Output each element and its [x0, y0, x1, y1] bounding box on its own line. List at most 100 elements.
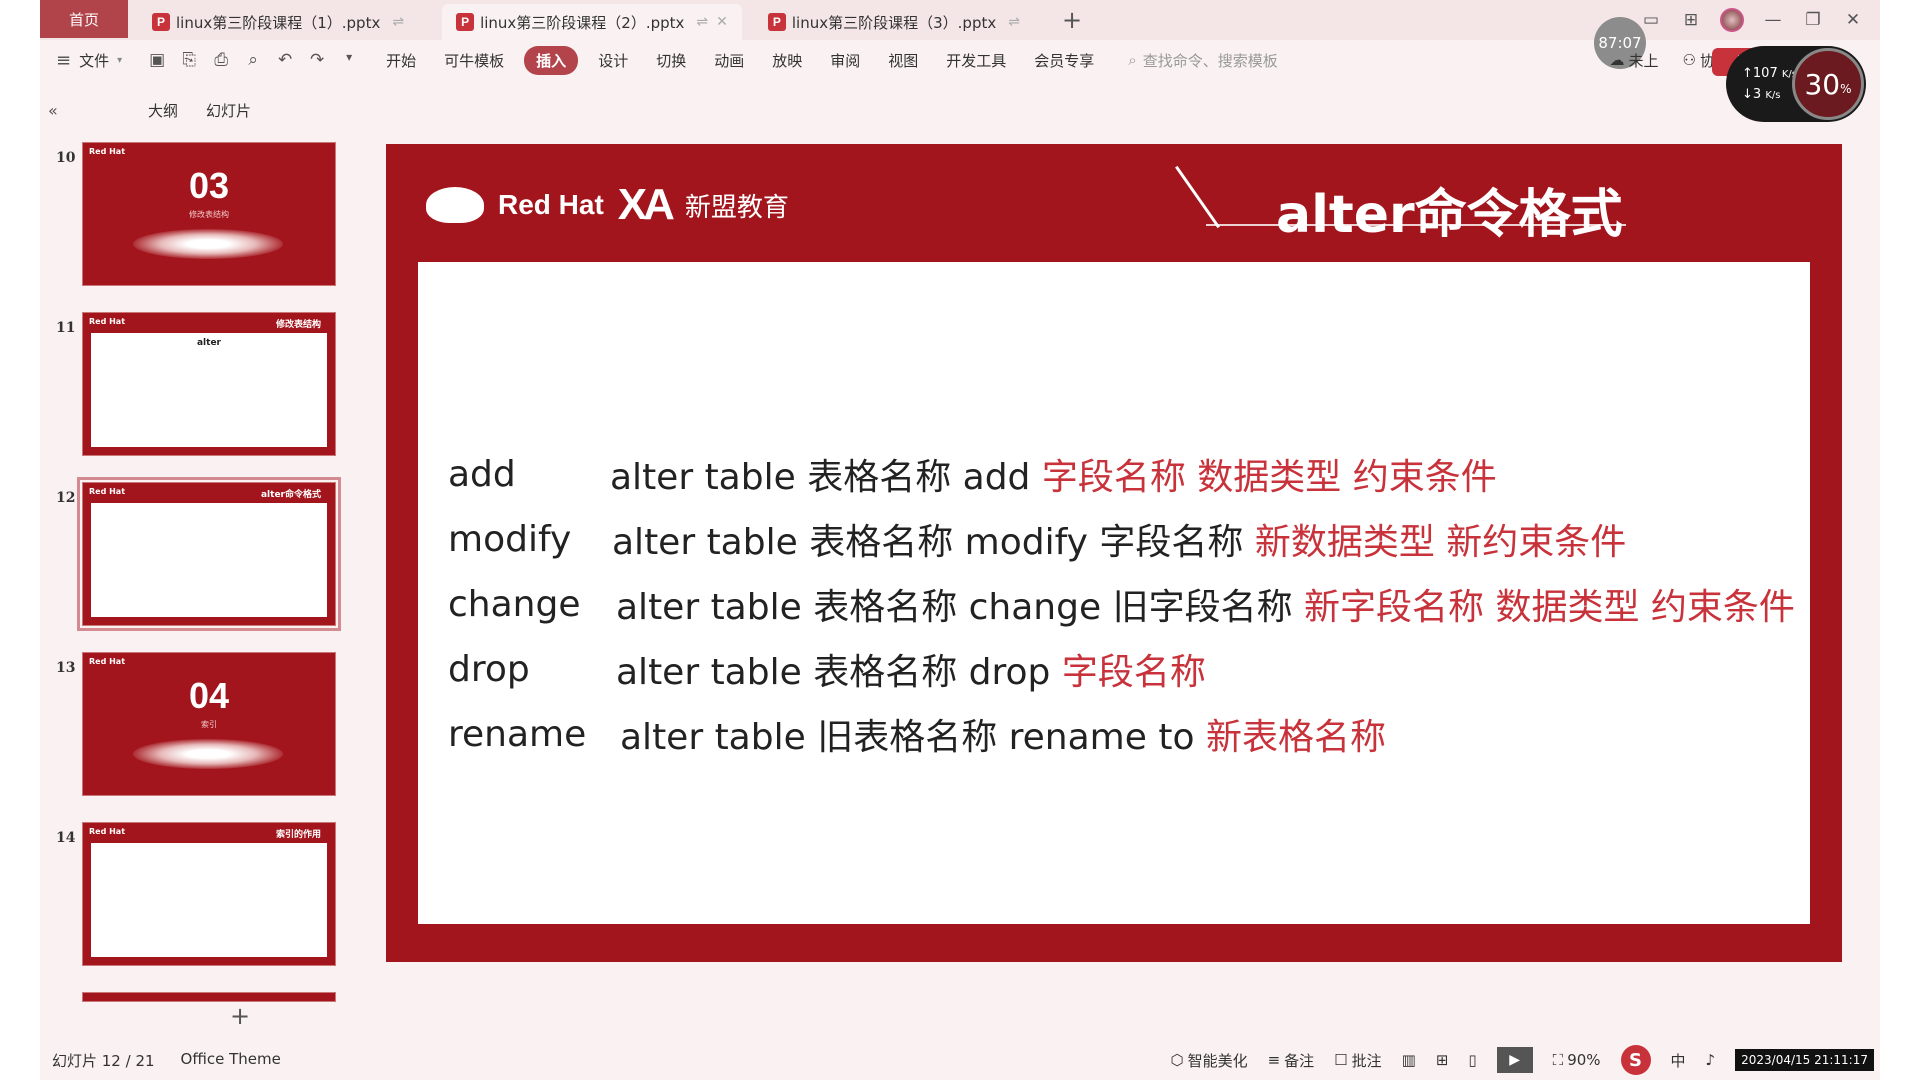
doc-tab-3[interactable]: P linux第三阶段课程（3）.pptx ⇌	[754, 4, 1034, 40]
tab-transitions[interactable]: 切换	[656, 50, 686, 71]
slides-panel: « 大纲 幻灯片 10 Red Hat 03 修改表结构 11 Red Hat …	[40, 90, 341, 1040]
normal-view-icon[interactable]: ▥	[1402, 1051, 1416, 1069]
tab-member[interactable]: 会员专享	[1034, 50, 1094, 71]
command-params: 新数据类型 新约束条件	[1254, 522, 1627, 563]
slide-number: 10	[56, 150, 76, 166]
tab-start[interactable]: 开始	[386, 50, 416, 71]
slide-thumbnail-partial[interactable]	[40, 992, 340, 1002]
slide-content-area: add alter table 表格名称 add 字段名称 数据类型 约束条件 …	[418, 262, 1810, 924]
sogou-ime-icon[interactable]: S	[1620, 1045, 1651, 1075]
file-menu[interactable]: ≡ 文件 ▾	[56, 50, 122, 71]
slide-thumbnail-row[interactable]: 14 Red Hat 索引的作用	[40, 822, 340, 972]
save-icon[interactable]: ▣	[146, 50, 168, 70]
ppt-file-icon: P	[152, 13, 170, 31]
tab-insert[interactable]: 插入	[524, 45, 579, 75]
cpu-usage-gauge: 30%	[1792, 48, 1864, 120]
collapse-panel-icon[interactable]: «	[48, 101, 88, 120]
tab-review[interactable]: 审阅	[830, 50, 860, 71]
section-subtitle: 修改表结构	[189, 210, 229, 219]
redo-icon[interactable]: ↷	[306, 50, 328, 70]
comment-icon: ☐	[1334, 1051, 1348, 1069]
slide-thumbnail-row-selected[interactable]: 12 Red Hat alter命令格式	[40, 477, 341, 632]
print-preview-icon[interactable]: ⌕	[242, 50, 264, 70]
upload-speed: ↑107 K/s	[1742, 66, 1798, 81]
command-keyword: change	[448, 583, 581, 625]
comments-button[interactable]: ☐ 批注	[1334, 1050, 1381, 1071]
network-speed-widget: ↑107 K/s ↓3 K/s 30%	[1726, 46, 1866, 122]
new-tab-button[interactable]: +	[1062, 0, 1082, 40]
window-controls: ▭ ⊞ — ❐ ✕	[1640, 0, 1880, 40]
minimize-icon[interactable]: —	[1762, 10, 1784, 30]
slide-thumbnail[interactable]: Red Hat 04 索引	[82, 652, 336, 796]
user-avatar[interactable]	[1720, 8, 1744, 32]
panel-header: « 大纲 幻灯片	[40, 90, 340, 130]
play-slideshow-icon[interactable]: ▶	[1496, 1047, 1533, 1073]
slide-thumbnail[interactable]	[82, 992, 336, 1002]
slide-thumbnail-row[interactable]: 10 Red Hat 03 修改表结构	[40, 142, 340, 292]
slide-canvas[interactable]: Red Hat XA 新盟教育 alter命令格式 add alter tabl…	[386, 144, 1842, 962]
add-slide-button[interactable]: +	[230, 1002, 250, 1030]
export-pdf-icon[interactable]: ⎘	[178, 50, 200, 70]
zoom-control[interactable]: ⛶ 90%	[1553, 1051, 1601, 1069]
command-params: 新表格名称	[1205, 717, 1386, 758]
doc-tab-2[interactable]: P linux第三阶段课程（2）.pptx ⇌ ✕	[442, 4, 742, 40]
command-search[interactable]: ⌕ 查找命令、搜索模板	[1128, 50, 1277, 71]
redhat-logo-icon	[426, 187, 484, 223]
tab-view[interactable]: 视图	[888, 50, 918, 71]
print-icon[interactable]: ⎙	[210, 50, 232, 70]
close-tab-icon[interactable]: ✕	[716, 14, 728, 30]
command-params: 字段名称 数据类型 约束条件	[1041, 457, 1497, 498]
slide-thumbnail[interactable]: Red Hat 修改表结构 alter	[82, 312, 336, 456]
tab-outline[interactable]: 大纲	[148, 100, 178, 121]
slide-number: 11	[56, 320, 76, 336]
slide-thumbnail[interactable]: Red Hat 03 修改表结构	[82, 142, 336, 286]
restore-icon[interactable]: ❐	[1802, 10, 1824, 30]
ime-mode[interactable]: 中	[1671, 1050, 1686, 1071]
reading-view-icon[interactable]: ▯	[1468, 1051, 1476, 1069]
ribbon-menu: ≡ 文件 ▾ ▣ ⎘ ⎙ ⌕ ↶ ↷ ▾ 开始 可牛模板 插入 设计 切换 动画…	[40, 40, 1880, 80]
search-placeholder: 查找命令、搜索模板	[1142, 51, 1278, 70]
beautify-icon: ⬡	[1170, 1051, 1184, 1069]
slide-sorter-icon[interactable]: ⊞	[1436, 1051, 1449, 1069]
cloud-status[interactable]: ☁ 未上	[1610, 50, 1659, 71]
slide-thumbnail[interactable]: Red Hat alter命令格式	[77, 477, 341, 631]
mic-icon[interactable]: ♪	[1706, 1051, 1716, 1069]
command-syntax: alter table 表格名称 modify 字段名称	[612, 522, 1244, 563]
command-params: 新字段名称 数据类型 约束条件	[1304, 587, 1795, 628]
command-syntax: alter table 表格名称 drop	[616, 652, 1051, 693]
slide-thumbnail-row[interactable]: 11 Red Hat 修改表结构 alter	[40, 312, 340, 462]
cloud-sync-icon: ⇌	[392, 14, 405, 30]
command-params: 字段名称	[1061, 652, 1206, 693]
doc-tab-label: linux第三阶段课程（2）.pptx	[480, 13, 685, 32]
close-icon[interactable]: ✕	[1842, 10, 1864, 30]
chevron-down-icon: ▾	[117, 54, 123, 66]
slide-thumbnail-row[interactable]: 13 Red Hat 04 索引	[40, 652, 340, 802]
theme-name[interactable]: Office Theme	[181, 1050, 281, 1071]
tab-animation[interactable]: 动画	[714, 50, 744, 71]
tab-slides[interactable]: 幻灯片	[206, 100, 251, 121]
notes-icon: ≡	[1267, 1051, 1281, 1069]
undo-icon[interactable]: ↶	[274, 50, 296, 70]
smart-beautify-button[interactable]: ⬡ 智能美化	[1170, 1050, 1247, 1071]
slide-brand-logo: Red Hat XA 新盟教育	[426, 180, 789, 230]
command-row-add: add alter table 表格名称 add 字段名称 数据类型 约束条件	[448, 448, 1497, 500]
grid-apps-icon[interactable]: ⊞	[1680, 10, 1702, 30]
stage-decoration	[133, 229, 283, 259]
home-tab[interactable]: 首页	[40, 0, 128, 38]
tab-developer[interactable]: 开发工具	[946, 50, 1006, 71]
notes-label: 备注	[1284, 1051, 1315, 1070]
stage-decoration	[133, 739, 283, 769]
upload-value: 107	[1752, 66, 1778, 81]
tab-templates[interactable]: 可牛模板	[444, 50, 504, 71]
slide-thumbnail[interactable]: Red Hat 索引的作用	[82, 822, 336, 966]
command-keyword: rename	[448, 713, 587, 755]
customize-toolbar-icon[interactable]: ▾	[338, 50, 360, 70]
tab-design[interactable]: 设计	[598, 50, 628, 71]
cpu-value: 30	[1804, 67, 1841, 101]
doc-tab-1[interactable]: P linux第三阶段课程（1）.pptx ⇌	[138, 4, 418, 40]
people-icon: ⚇	[1682, 51, 1696, 69]
notes-button[interactable]: ≡ 备注	[1268, 1050, 1315, 1071]
layout-icon[interactable]: ▭	[1640, 10, 1662, 30]
doc-tab-label: linux第三阶段课程（3）.pptx	[791, 13, 997, 32]
tab-slideshow[interactable]: 放映	[772, 50, 802, 71]
